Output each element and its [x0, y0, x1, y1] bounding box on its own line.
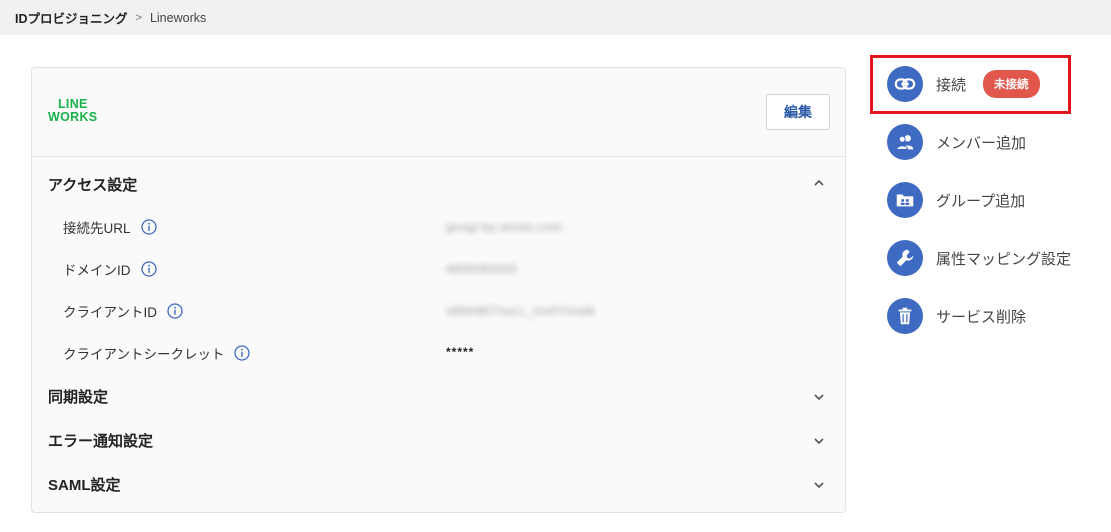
highlight-box	[870, 55, 1071, 114]
info-icon[interactable]	[140, 261, 157, 277]
top-bar: IDプロビジョニング > Lineworks	[0, 0, 1111, 35]
access-row-domain-value: 4800093332	[446, 262, 518, 276]
side-item-label: メンバー追加	[936, 134, 1027, 152]
chevron-down-icon[interactable]	[812, 478, 826, 492]
lineworks-logo: LINE WORKS	[48, 97, 98, 124]
access-row-client-secret-value: *****	[446, 345, 475, 359]
section-saml-settings[interactable]: SAML設定	[48, 474, 121, 495]
section-access-settings[interactable]: アクセス設定	[48, 174, 137, 195]
breadcrumb: IDプロビジョニング > Lineworks	[15, 8, 206, 27]
card-header: LINE WORKS 編集	[32, 68, 845, 157]
chevron-up-icon[interactable]	[812, 176, 826, 190]
access-row-client-id-label: クライアントID	[63, 301, 183, 321]
chevron-down-icon[interactable]	[812, 390, 826, 404]
info-icon[interactable]	[140, 219, 157, 235]
section-sync-settings[interactable]: 同期設定	[48, 386, 108, 407]
side-item-delete-service[interactable]: サービス削除	[887, 298, 1107, 334]
members-icon	[887, 124, 923, 160]
access-row-client-id-value: s8NhWl7nuLL_hn4Yrtvalk	[446, 304, 596, 318]
breadcrumb-current: Lineworks	[149, 10, 207, 25]
trash-icon	[887, 298, 923, 334]
side-item-label: グループ追加	[936, 192, 1026, 210]
access-row-url-label: 接続先URL	[63, 217, 157, 237]
side-item-label: サービス削除	[936, 308, 1027, 326]
breadcrumb-separator: >	[135, 11, 142, 24]
chevron-down-icon[interactable]	[812, 434, 826, 448]
section-error-notification-settings[interactable]: エラー通知設定	[48, 430, 153, 451]
side-item-label: 属性マッピング設定	[936, 250, 1072, 268]
group-folder-icon	[887, 182, 923, 218]
access-row-url-value: googl-by-works.com	[446, 220, 563, 234]
info-icon[interactable]	[234, 345, 251, 361]
service-settings-card: LINE WORKS 編集 アクセス設定 接続先URL googl-by-wor…	[31, 67, 846, 513]
side-item-add-group[interactable]: グループ追加	[887, 182, 1107, 218]
edit-button[interactable]: 編集	[766, 94, 830, 130]
side-item-add-members[interactable]: メンバー追加	[887, 124, 1107, 160]
side-item-attribute-mapping[interactable]: 属性マッピング設定	[887, 240, 1107, 276]
access-row-domain-label: ドメインID	[63, 259, 157, 279]
wrench-icon	[887, 240, 923, 276]
info-icon[interactable]	[167, 303, 183, 319]
breadcrumb-root[interactable]: IDプロビジョニング	[15, 8, 128, 27]
access-row-client-secret-label: クライアントシークレット	[63, 343, 251, 363]
